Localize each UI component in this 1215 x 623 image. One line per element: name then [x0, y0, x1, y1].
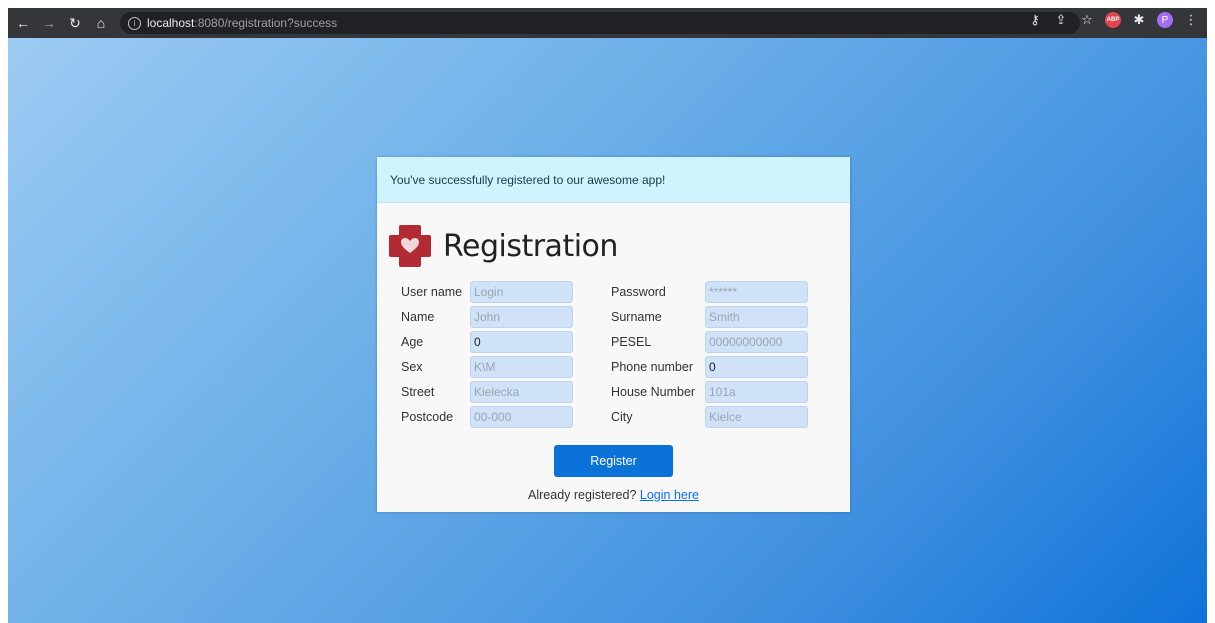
register-button[interactable]: Register: [554, 445, 673, 477]
page-title: Registration: [443, 228, 618, 264]
url-path: :8080/registration?success: [194, 16, 338, 30]
menu-icon[interactable]: ⋮: [1183, 12, 1199, 28]
sex-input[interactable]: K\M: [470, 355, 573, 378]
city-label: City: [611, 409, 633, 424]
already-registered: Already registered? Login here: [377, 488, 850, 502]
forward-icon[interactable]: →: [38, 12, 60, 34]
phone-input[interactable]: 0: [705, 355, 808, 378]
name-label: Name: [401, 309, 435, 324]
form-row: Street Kielecka House Number 101a: [401, 379, 841, 404]
house-number-label: House Number: [611, 384, 696, 399]
surname-label: Surname: [611, 309, 662, 324]
registration-card: You've successfully registered to our aw…: [377, 157, 850, 512]
username-label: User name: [401, 284, 463, 299]
password-input[interactable]: ******: [705, 280, 808, 303]
password-label: Password: [611, 284, 666, 299]
form-row: Sex K\M Phone number 0: [401, 354, 841, 379]
key-icon[interactable]: ⚷: [1027, 12, 1043, 28]
adblock-icon[interactable]: ABP: [1105, 12, 1121, 28]
page-viewport: You've successfully registered to our aw…: [8, 38, 1207, 623]
registration-form: User name Login Password ****** Name Joh…: [401, 279, 841, 429]
extensions-icon[interactable]: ✱: [1131, 12, 1147, 28]
form-row: Name John Surname Smith: [401, 304, 841, 329]
already-registered-text: Already registered?: [528, 488, 637, 502]
pesel-input[interactable]: 00000000000: [705, 330, 808, 353]
star-icon[interactable]: ☆: [1079, 12, 1095, 28]
username-input[interactable]: Login: [470, 280, 573, 303]
house-number-input[interactable]: 101a: [705, 380, 808, 403]
alert-message: You've successfully registered to our aw…: [390, 172, 666, 187]
form-row: User name Login Password ******: [401, 279, 841, 304]
home-icon[interactable]: ⌂: [90, 12, 112, 34]
reload-icon[interactable]: ↻: [64, 12, 86, 34]
age-label: Age: [401, 334, 424, 349]
browser-toolbar: ← → ↻ ⌂ i localhost:8080/registration?su…: [8, 8, 1207, 38]
pesel-label: PESEL: [611, 334, 652, 349]
title-row: Registration: [387, 225, 850, 267]
info-icon[interactable]: i: [128, 16, 141, 30]
name-input[interactable]: John: [470, 305, 573, 328]
login-link[interactable]: Login here: [640, 488, 699, 502]
medical-cross-heart-icon: [389, 225, 431, 267]
postcode-label: Postcode: [401, 409, 454, 424]
street-label: Street: [401, 384, 435, 399]
form-row: Age 0 PESEL 00000000000: [401, 329, 841, 354]
surname-input[interactable]: Smith: [705, 305, 808, 328]
city-input[interactable]: Kielce: [705, 405, 808, 428]
street-input[interactable]: Kielecka: [470, 380, 573, 403]
sex-label: Sex: [401, 359, 423, 374]
success-alert: You've successfully registered to our aw…: [377, 157, 850, 203]
age-input[interactable]: 0: [470, 330, 573, 353]
share-icon[interactable]: ⇪: [1053, 12, 1069, 28]
form-row: Postcode 00-000 City Kielce: [401, 404, 841, 429]
address-bar[interactable]: i localhost:8080/registration?success: [120, 12, 1080, 34]
url-host: localhost: [147, 16, 195, 30]
back-icon[interactable]: ←: [12, 12, 34, 34]
phone-label: Phone number: [611, 359, 694, 374]
profile-avatar[interactable]: P: [1157, 12, 1173, 28]
postcode-input[interactable]: 00-000: [470, 405, 573, 428]
